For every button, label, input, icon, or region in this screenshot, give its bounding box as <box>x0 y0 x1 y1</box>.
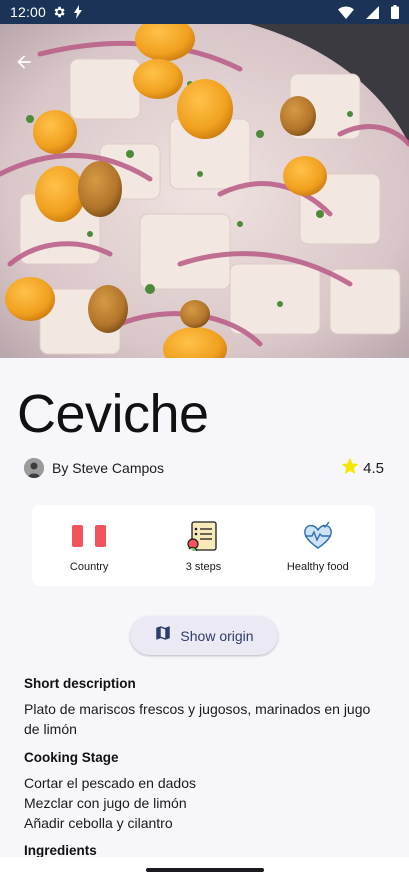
short-description-text: Plato de mariscos frescos y jugosos, mar… <box>24 701 371 737</box>
signal-icon <box>366 5 379 19</box>
show-origin-label: Show origin <box>180 627 254 644</box>
cooking-step: Añadir cebolla y cilantro <box>24 815 173 831</box>
gear-icon <box>52 5 66 19</box>
short-description-section: Short description Plato de mariscos fres… <box>24 676 384 739</box>
rating-value: 4.5 <box>363 459 384 477</box>
recipe-list-icon <box>186 519 220 553</box>
gesture-nav-bar <box>0 857 409 883</box>
battery-icon <box>391 5 399 19</box>
health-label: Healthy food <box>286 560 349 573</box>
map-icon <box>154 624 172 647</box>
back-button[interactable] <box>12 52 36 76</box>
cooking-step: Cortar el pescado en dados <box>24 775 196 791</box>
avatar <box>24 458 44 478</box>
steps-info: 3 steps <box>148 519 258 573</box>
author-name: By Steve Campos <box>52 460 165 476</box>
country-info: Country <box>34 519 144 573</box>
star-icon <box>340 456 360 480</box>
recipe-title: Ceviche <box>17 384 209 444</box>
cooking-stage-section: Cooking Stage Cortar el pescado en dados… <box>24 750 384 833</box>
health-info: Healthy food <box>263 519 373 573</box>
steps-label: 3 steps <box>185 560 222 573</box>
info-card: Country 3 steps Healthy food <box>32 505 375 586</box>
cooking-step: Mezclar con jugo de limón <box>24 795 187 811</box>
recipe-hero-image <box>0 24 409 358</box>
wifi-icon <box>338 5 354 19</box>
arrow-left-icon <box>14 52 34 77</box>
rating: 4.5 <box>340 456 384 480</box>
show-origin-button[interactable]: Show origin <box>130 616 278 655</box>
bolt-icon <box>72 5 84 19</box>
heart-pulse-icon <box>301 519 335 553</box>
country-label: Country <box>69 560 109 573</box>
cooking-steps-list: Cortar el pescado en dados Mezclar con j… <box>24 773 384 833</box>
status-time: 12:00 <box>10 4 47 20</box>
status-bar: 12:00 <box>0 0 409 24</box>
short-description-title: Short description <box>24 676 136 691</box>
peru-flag-icon <box>72 519 107 553</box>
cooking-stage-title: Cooking Stage <box>24 750 119 765</box>
home-handle[interactable] <box>145 868 264 872</box>
ingredients-title: Ingredients <box>24 843 97 858</box>
author-row: By Steve Campos 4.5 <box>24 457 384 479</box>
ingredients-section: Ingredients <box>24 843 384 858</box>
